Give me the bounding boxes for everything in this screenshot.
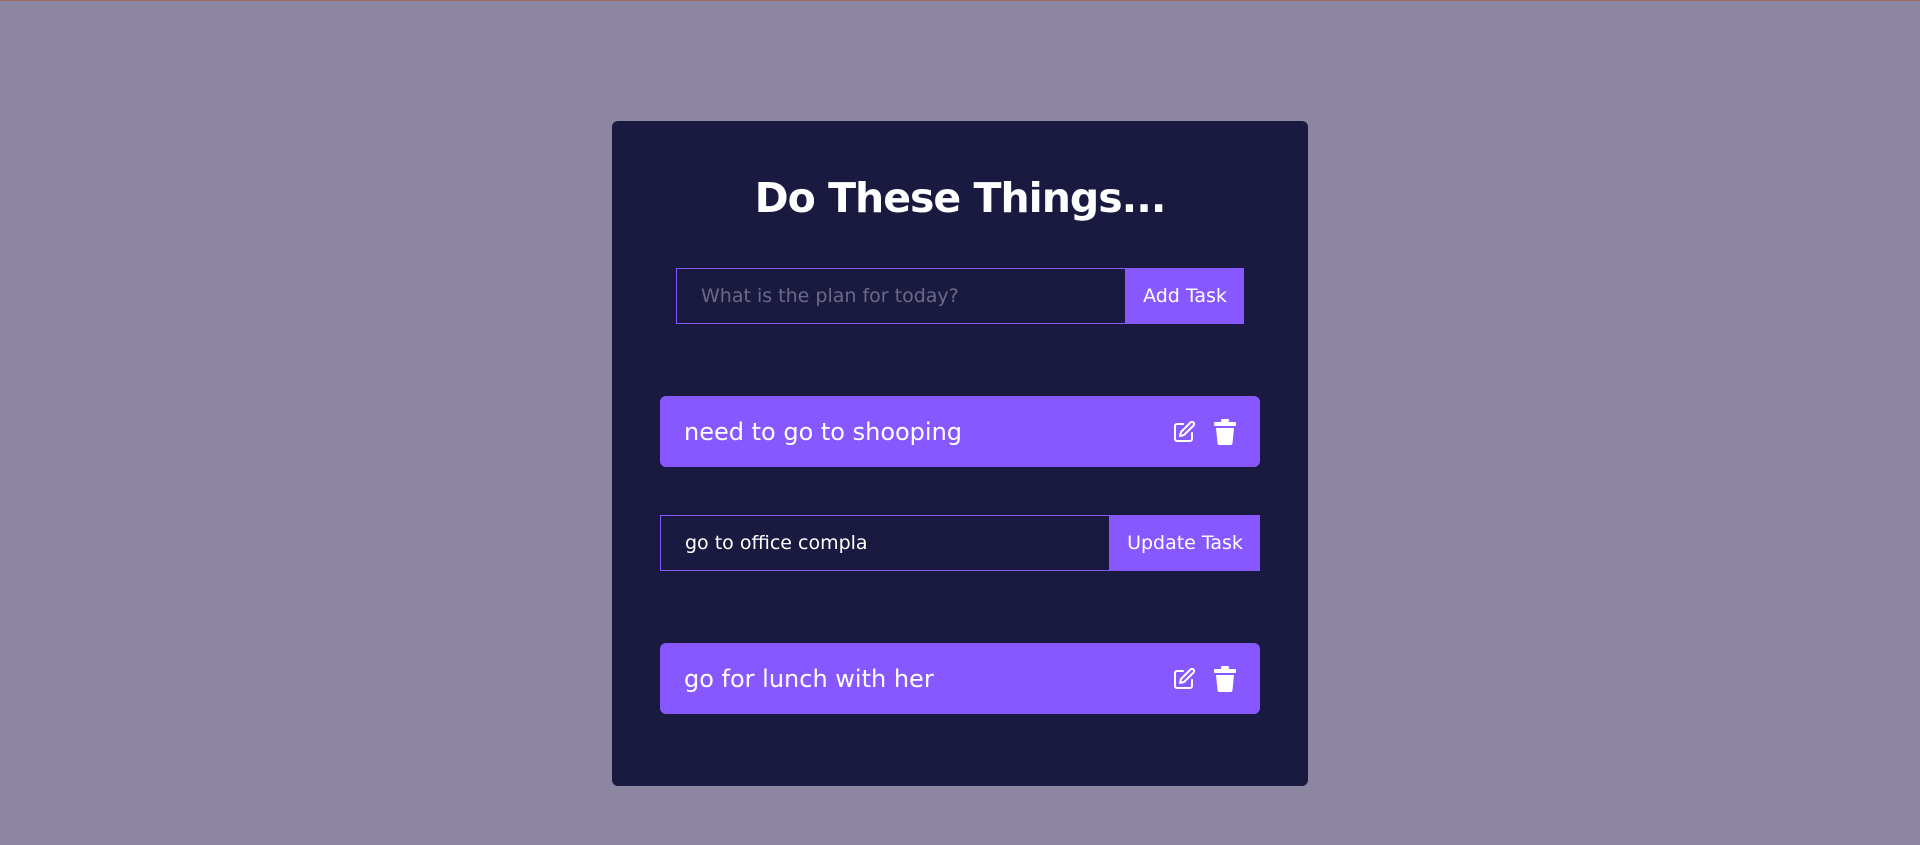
add-task-button[interactable]: Add Task <box>1126 268 1244 324</box>
update-task-form: Update Task <box>660 515 1260 571</box>
todo-card: Do These Things... Add Task need to go t… <box>612 121 1308 786</box>
trash-icon[interactable] <box>1212 665 1238 693</box>
edit-icon[interactable] <box>1171 665 1197 693</box>
top-border-line <box>0 0 1920 1</box>
todo-item-text[interactable]: need to go to shooping <box>684 418 1171 446</box>
new-task-input[interactable] <box>676 268 1126 324</box>
add-task-form: Add Task <box>676 268 1244 324</box>
page-title: Do These Things... <box>754 174 1167 222</box>
edit-task-input[interactable] <box>660 515 1110 571</box>
todo-item: need to go to shooping <box>660 396 1260 467</box>
todo-item: go for lunch with her <box>660 643 1260 714</box>
update-task-button[interactable]: Update Task <box>1110 515 1260 571</box>
trash-icon[interactable] <box>1212 418 1238 446</box>
todo-item-text[interactable]: go for lunch with her <box>684 665 1171 693</box>
edit-icon[interactable] <box>1171 418 1197 446</box>
